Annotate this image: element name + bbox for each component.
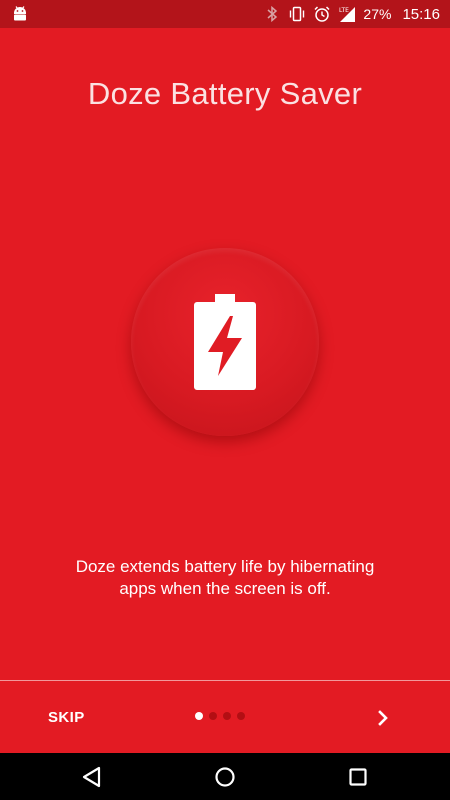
recents-square-icon	[343, 762, 373, 792]
page-dot-1	[195, 712, 203, 720]
page-dot-3	[223, 712, 231, 720]
onboarding-controls: SKIP	[0, 681, 450, 753]
battery-logo	[131, 248, 319, 436]
bluetooth-icon	[263, 5, 281, 23]
feature-description: Doze extends battery life by hibernating…	[75, 557, 375, 598]
status-icons: LTE 27% 15:16	[263, 0, 440, 28]
page-dot-2	[209, 712, 217, 720]
skip-button[interactable]: SKIP	[36, 703, 97, 732]
page-dot-4	[237, 712, 245, 720]
onboarding-screen: LTE 27% 15:16 Doze Battery Saver Doze ex…	[0, 0, 450, 800]
system-nav-bar	[0, 753, 450, 800]
lte-signal-icon: LTE	[338, 5, 356, 23]
recents-button[interactable]	[343, 762, 373, 792]
next-button[interactable]	[368, 703, 398, 733]
battery-percent: 27%	[363, 6, 392, 22]
status-bar: LTE 27% 15:16	[0, 0, 450, 28]
chevron-right-icon	[368, 703, 398, 733]
home-circle-icon	[210, 762, 240, 792]
back-button[interactable]	[77, 762, 107, 792]
home-button[interactable]	[210, 762, 240, 792]
battery-charging-icon	[194, 294, 256, 390]
vibrate-icon	[288, 5, 306, 23]
network-label: LTE	[339, 7, 349, 14]
back-triangle-icon	[77, 762, 107, 792]
page-indicator	[195, 712, 245, 720]
page-title: Doze Battery Saver	[87, 76, 363, 111]
android-notification-icon	[10, 4, 30, 24]
alarm-icon	[313, 5, 331, 23]
clock: 15:16	[402, 5, 440, 23]
